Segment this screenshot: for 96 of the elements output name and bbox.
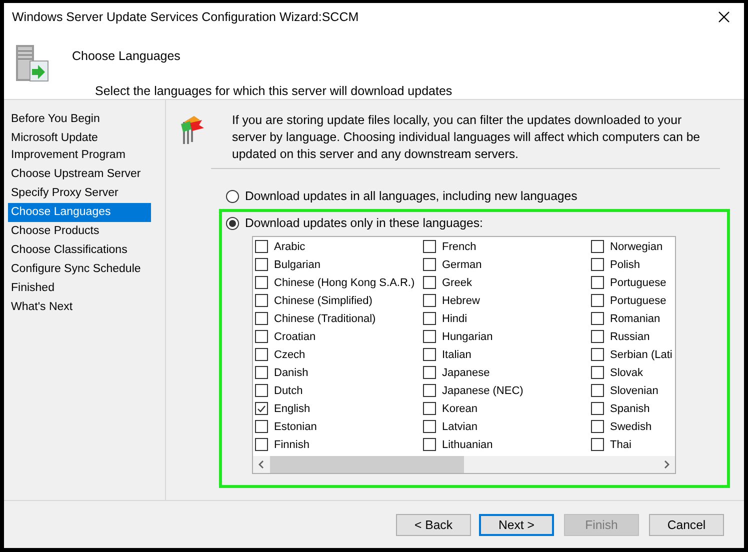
wizard-button[interactable]: Cancel (649, 514, 724, 536)
language-label: Hungarian (442, 330, 493, 345)
checkbox[interactable] (423, 402, 436, 416)
checkbox[interactable] (255, 240, 268, 254)
wizard-button[interactable]: Next > (479, 514, 554, 536)
checkbox[interactable] (591, 348, 604, 362)
nav-item[interactable]: Microsoft Update Improvement Program (8, 129, 151, 165)
checkbox[interactable] (423, 384, 436, 398)
checkbox[interactable] (423, 420, 436, 434)
checkbox[interactable] (591, 438, 604, 452)
language-label: Portuguese (610, 294, 666, 309)
language-list[interactable] (252, 236, 676, 474)
checkbox[interactable] (591, 276, 604, 290)
checkbox[interactable] (591, 294, 604, 308)
horizontal-scrollbar[interactable] (253, 456, 675, 473)
language-label: Korean (442, 402, 478, 417)
checkbox[interactable] (255, 438, 268, 452)
radio-label: Download updates only in these languages: (245, 215, 483, 232)
checkbox[interactable] (591, 312, 604, 326)
nav-item[interactable]: Choose Classifications (8, 241, 151, 260)
language-label: Hindi (442, 312, 468, 327)
language-label: Greek (442, 276, 472, 291)
checkbox[interactable] (255, 348, 268, 362)
checkbox[interactable] (423, 438, 436, 452)
checkbox[interactable] (591, 384, 604, 398)
language-label: Slovak (610, 366, 644, 381)
nav-item[interactable]: Choose Upstream Server (8, 165, 151, 184)
checkbox[interactable] (423, 276, 436, 290)
language-label: Chinese (Traditional) (274, 312, 376, 327)
language-label: French (442, 240, 476, 255)
checkbox[interactable] (591, 366, 604, 380)
checkbox[interactable] (591, 330, 604, 344)
checkbox[interactable] (255, 420, 268, 434)
language-label: Danish (274, 366, 308, 381)
nav-item[interactable]: What's Next (8, 298, 151, 317)
checkbox[interactable] (591, 240, 604, 254)
language-label: English (274, 402, 310, 417)
language-label: Norwegian (610, 240, 663, 255)
radio-button[interactable] (226, 217, 239, 230)
checkbox[interactable] (591, 420, 604, 434)
radio-button[interactable] (226, 190, 239, 203)
checkbox[interactable] (255, 402, 268, 416)
checkbox[interactable] (255, 294, 268, 308)
wizard-button[interactable]: < Back (396, 514, 471, 536)
description-text: If you are storing update files locally, you can filter the updates downloaded to your server by language. Choosing individual languages will affect which computers can be updated on this server and any downstream servers. (232, 112, 702, 163)
language-label: Portuguese (610, 276, 666, 291)
language-label: Croatian (274, 330, 316, 345)
checkbox[interactable] (423, 258, 436, 272)
language-label: Swedish (610, 420, 652, 435)
language-label: Czech (274, 348, 306, 363)
language-label: Arabic (274, 240, 306, 255)
checkbox[interactable] (255, 330, 268, 344)
nav-item[interactable]: Specify Proxy Server (8, 184, 151, 203)
nav-item[interactable]: Before You Begin (8, 110, 151, 129)
checkbox[interactable] (423, 294, 436, 308)
checkbox[interactable] (591, 402, 604, 416)
close-icon[interactable] (718, 11, 730, 23)
checkbox[interactable] (423, 366, 436, 380)
language-label: Spanish (610, 402, 650, 417)
language-label: Russian (610, 330, 650, 345)
language-label: Slovenian (610, 384, 658, 399)
checkbox[interactable] (255, 384, 268, 398)
checkbox[interactable] (255, 366, 268, 380)
nav-item[interactable]: Choose Products (8, 222, 151, 241)
page-subtitle: Select the languages for which this server will download updates (95, 82, 452, 100)
checkbox[interactable] (255, 276, 268, 290)
language-label: Japanese (442, 366, 490, 381)
language-label: Estonian (274, 420, 317, 435)
checkbox[interactable] (255, 258, 268, 272)
checkbox[interactable] (591, 258, 604, 272)
language-label: Serbian (Lati (610, 348, 672, 363)
language-label: Finnish (274, 438, 310, 453)
window-title: Windows Server Update Services Configuration Wizard:SCCM (12, 8, 359, 26)
nav-item[interactable]: Configure Sync Schedule (8, 260, 151, 279)
checkbox[interactable] (423, 240, 436, 254)
language-label: Thai (610, 438, 632, 453)
language-label: Bulgarian (274, 258, 320, 273)
language-label: Japanese (NEC) (442, 384, 524, 399)
language-label: Polish (610, 258, 640, 273)
language-label: Lithuanian (442, 438, 493, 453)
language-label: Latvian (442, 420, 478, 435)
language-label: Italian (442, 348, 472, 363)
nav-item[interactable]: Choose Languages (8, 203, 151, 222)
page-title: Choose Languages (72, 48, 182, 65)
language-label: Hebrew (442, 294, 480, 309)
language-label: German (442, 258, 482, 273)
checkbox[interactable] (423, 330, 436, 344)
language-label: Romanian (610, 312, 660, 327)
language-label: Dutch (274, 384, 303, 399)
checkbox[interactable] (255, 312, 268, 326)
nav-item[interactable]: Finished (8, 279, 151, 298)
radio-label: Download updates in all languages, including new languages (245, 188, 578, 205)
checkbox[interactable] (423, 348, 436, 362)
language-label: Chinese (Hong Kong S.A.R.) (274, 276, 415, 291)
checkbox[interactable] (423, 312, 436, 326)
language-label: Chinese (Simplified) (274, 294, 372, 309)
